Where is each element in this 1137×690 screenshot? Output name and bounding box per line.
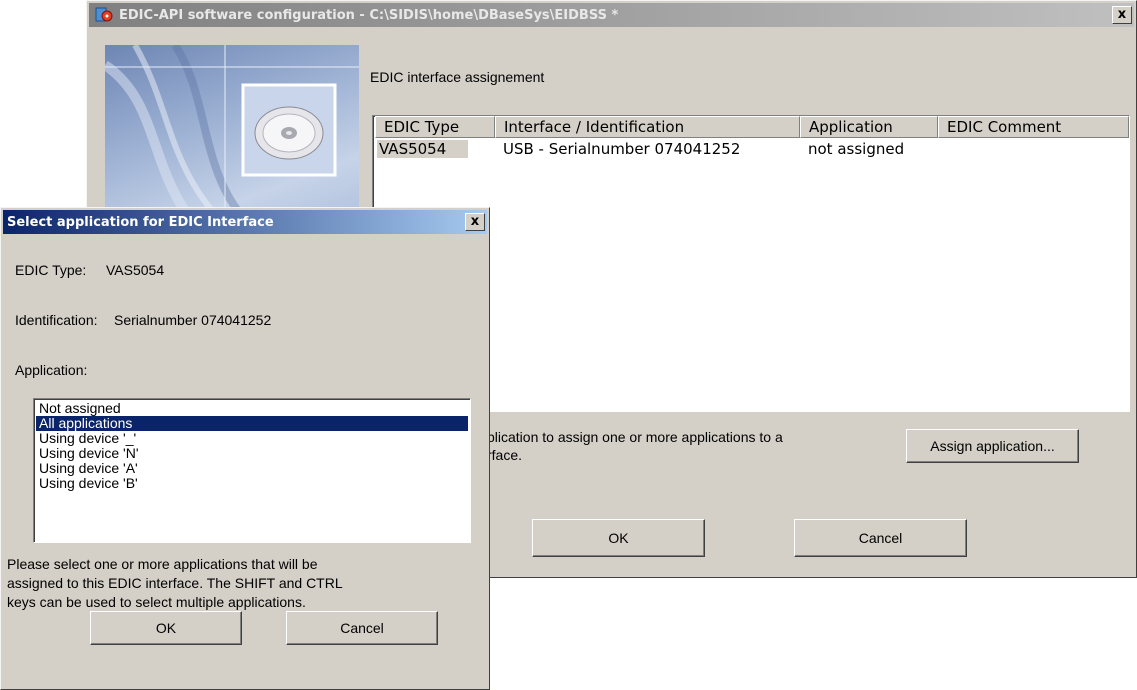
edic-type-value: VAS5054 [106, 262, 165, 278]
list-item-not-assigned[interactable]: Not assigned [36, 401, 468, 416]
application-listbox[interactable]: Not assigned All applications Using devi… [33, 398, 471, 543]
help-text-line-3: keys can be used to select multiple appl… [7, 594, 306, 610]
help-text-line-1: Please select one or more applications t… [7, 556, 318, 572]
dialog-title-bar[interactable]: Select application for EDIC Interface x [3, 210, 487, 234]
app-icon [95, 7, 113, 23]
column-header-interface[interactable]: Interface / Identification [495, 116, 800, 138]
main-window-title: EDIC-API software configuration - C:\SID… [119, 7, 619, 23]
list-item-device-n[interactable]: Using device 'N' [36, 446, 468, 461]
section-label: EDIC interface assignement [370, 69, 545, 85]
identification-value: Serialnumber 074041252 [114, 312, 272, 328]
dialog-close-button[interactable]: x [465, 213, 485, 231]
main-title-bar[interactable]: EDIC-API software configuration - C:\SID… [89, 3, 1134, 27]
dialog-cancel-button[interactable]: Cancel [286, 611, 438, 645]
row-application: not assigned [808, 140, 905, 158]
list-item-all-applications[interactable]: All applications [36, 416, 468, 431]
column-header-edic-type[interactable]: EDIC Type [375, 116, 495, 138]
select-application-dialog: Select application for EDIC Interface x … [0, 207, 490, 690]
cd-disc-icon [251, 93, 327, 170]
hint-line-2: rface. [487, 447, 523, 463]
identification-label: Identification: [15, 312, 98, 328]
dialog-title: Select application for EDIC Interface [7, 214, 274, 230]
list-item-device-b[interactable]: Using device 'B' [36, 476, 468, 491]
list-item-device-a[interactable]: Using device 'A' [36, 461, 468, 476]
main-close-button[interactable]: x [1112, 6, 1132, 24]
column-header-application[interactable]: Application [800, 116, 938, 138]
row-edic-type: VAS5054 [377, 140, 469, 158]
help-text-line-2: assigned to this EDIC interface. The SHI… [7, 575, 343, 591]
dialog-ok-button[interactable]: OK [90, 611, 242, 645]
edic-type-label: EDIC Type: [15, 262, 87, 278]
column-header-edic-comment[interactable]: EDIC Comment [938, 116, 1129, 138]
main-ok-button[interactable]: OK [532, 519, 705, 557]
assign-application-button[interactable]: Assign application... [906, 429, 1079, 463]
list-item-device-underscore[interactable]: Using device '_' [36, 431, 468, 446]
main-cancel-button[interactable]: Cancel [794, 519, 967, 557]
application-label: Application: [15, 362, 88, 378]
hint-line-1: plication to assign one or more applicat… [487, 429, 783, 445]
row-interface: USB - Serialnumber 074041252 [503, 140, 741, 158]
